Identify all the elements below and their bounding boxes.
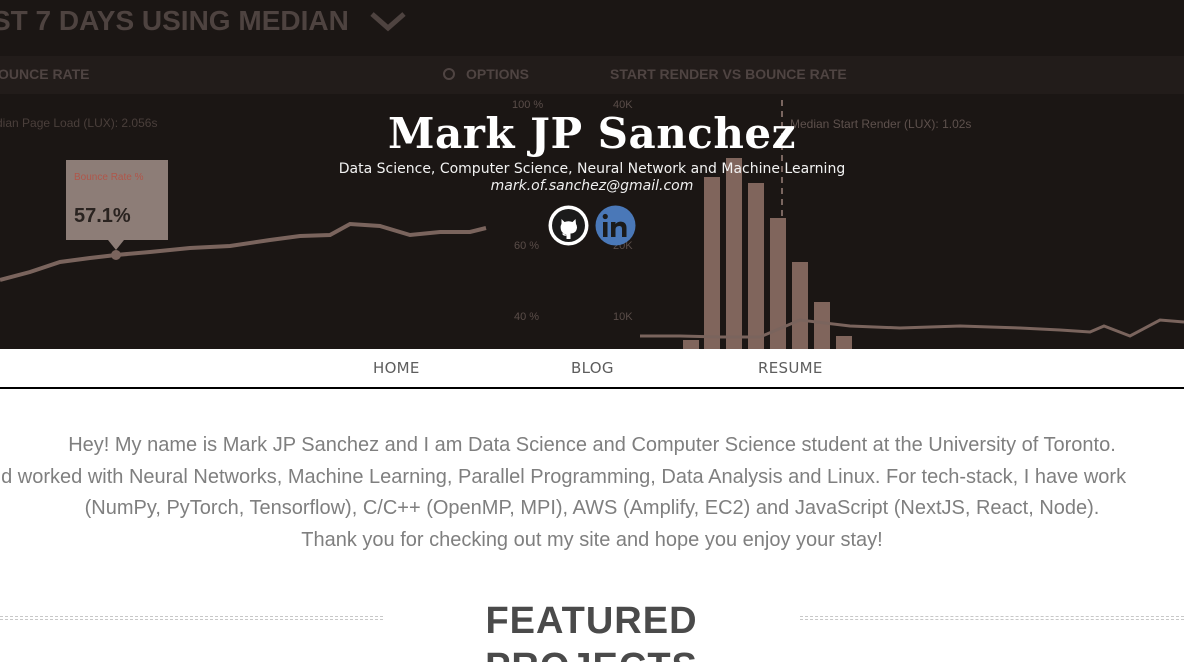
- intro-line-text: nd worked with Neural Networks, Machine …: [0, 465, 1127, 488]
- intro-section: Hey! My name is Mark JP Sanchez and I am…: [0, 430, 1184, 560]
- main-nav: HOME BLOG RESUME: [0, 349, 1184, 389]
- nav-home-link[interactable]: HOME: [373, 359, 420, 377]
- hero-content: Mark JP Sanchez Data Science, Computer S…: [0, 0, 1184, 349]
- featured-projects-heading: FEATURED PROJECTS: [485, 600, 698, 662]
- linkedin-icon: [595, 205, 636, 246]
- contact-email[interactable]: mark.of.sanchez@gmail.com: [0, 177, 1184, 195]
- intro-line: Thank you for checking out my site and h…: [301, 528, 883, 551]
- github-link[interactable]: [548, 205, 589, 246]
- intro-line: Hey! My name is Mark JP Sanchez and I am…: [68, 434, 1116, 456]
- nav-resume-link[interactable]: RESUME: [758, 359, 823, 377]
- linkedin-link[interactable]: [595, 205, 636, 246]
- featured-projects-section: FEATURED PROJECTS: [0, 598, 1184, 662]
- intro-line: (NumPy, PyTorch, Tensorflow), C/C++ (Ope…: [84, 497, 1100, 519]
- nav-blog-link[interactable]: BLOG: [571, 359, 614, 377]
- divider-left: [0, 616, 383, 620]
- divider-right: [800, 616, 1184, 620]
- github-icon: [548, 205, 589, 246]
- site-title: Mark JP Sanchez: [388, 109, 796, 158]
- site-subtitle: Data Science, Computer Science, Neural N…: [338, 161, 846, 177]
- social-links: [548, 205, 636, 246]
- intro-line: nd worked with Neural Networks, Machine …: [0, 462, 1184, 494]
- hero-banner: ST 7 DAYS USING MEDIAN OUNCE RATE OPTION…: [0, 0, 1184, 349]
